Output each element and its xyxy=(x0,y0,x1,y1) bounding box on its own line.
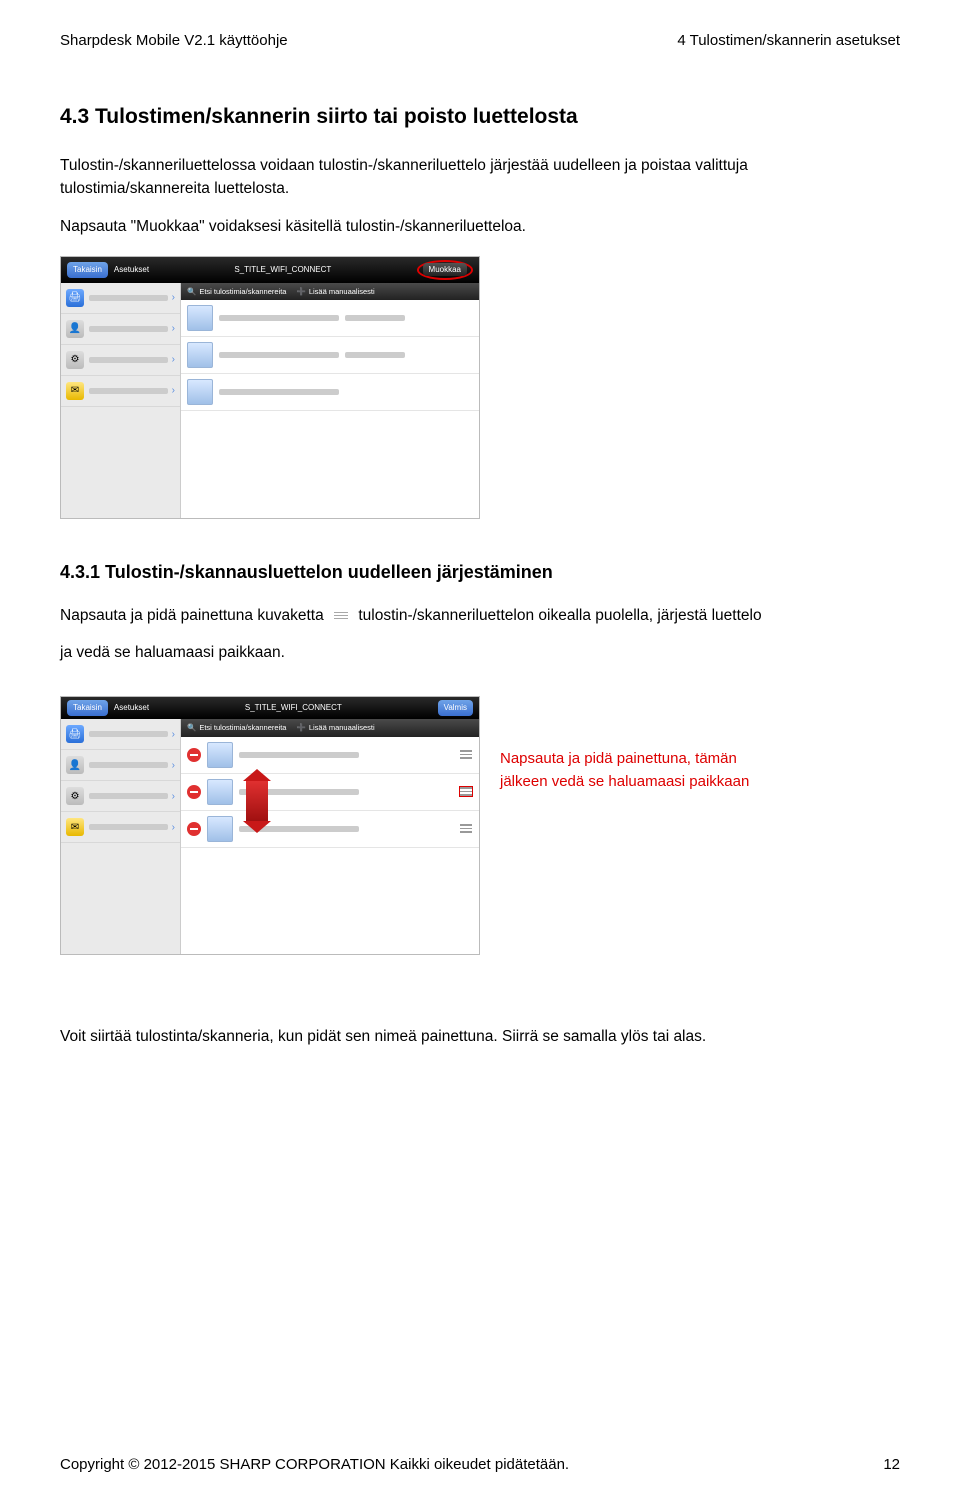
sidebar-item[interactable]: ⚙› xyxy=(61,781,180,812)
add-manual-button[interactable]: ➕Lisää manuaalisesti xyxy=(296,722,374,733)
topbar-title-center: S_TITLE_WIFI_CONNECT xyxy=(149,264,416,276)
gear-icon: ⚙ xyxy=(66,787,84,805)
find-devices-button[interactable]: 🔍Etsi tulostimia/skannereita xyxy=(187,722,286,733)
remove-icon[interactable] xyxy=(187,822,201,836)
drag-handle-highlighted[interactable] xyxy=(459,786,473,797)
printer-icon: 🖨 xyxy=(66,289,84,307)
callout-line1: Napsauta ja pidä painettuna, tämän xyxy=(500,748,749,771)
line1-part-a: Napsauta ja pidä painettuna kuvaketta xyxy=(60,607,324,624)
device-icon xyxy=(187,305,213,331)
section-title: 4.3 Tulostimen/skannerin siirto tai pois… xyxy=(60,101,900,133)
chevron-right-icon: › xyxy=(172,727,175,742)
device-icon xyxy=(207,816,233,842)
drag-arrow-indicator xyxy=(246,769,271,833)
sidebar-item[interactable]: 🖨› xyxy=(61,719,180,750)
sidebar-item[interactable]: 👤› xyxy=(61,750,180,781)
user-icon: 👤 xyxy=(66,756,84,774)
line1-part-b: tulostin-/skanneriluettelon oikealla puo… xyxy=(358,607,761,624)
device-icon xyxy=(207,779,233,805)
remove-icon[interactable] xyxy=(187,748,201,762)
muokkaa-highlight: Muokkaa xyxy=(417,260,473,280)
content-pane: 🔍Etsi tulostimia/skannereita ➕Lisää manu… xyxy=(181,719,479,954)
list-item[interactable] xyxy=(181,737,479,774)
footer-page: 12 xyxy=(883,1454,900,1477)
topbar-title-left: Asetukset xyxy=(114,264,149,276)
list-item[interactable] xyxy=(181,811,479,848)
sidebar-item[interactable]: ✉› xyxy=(61,376,180,407)
search-icon: 🔍 xyxy=(187,286,196,297)
subsection-title: 4.3.1 Tulostin-/skannausluettelon uudell… xyxy=(60,559,900,586)
callout-line2: jälkeen vedä se haluamaasi paikkaan xyxy=(500,771,749,794)
sidebar-item[interactable]: ⚙› xyxy=(61,345,180,376)
muokkaa-prefix: Napsauta xyxy=(60,218,131,235)
list-item[interactable] xyxy=(181,374,479,411)
chevron-right-icon: › xyxy=(172,383,175,398)
chevron-right-icon: › xyxy=(172,789,175,804)
user-icon: 👤 xyxy=(66,320,84,338)
done-button[interactable]: Valmis xyxy=(438,700,473,716)
bottom-note: Voit siirtää tulostinta/skanneria, kun p… xyxy=(60,1025,900,1048)
list-item[interactable] xyxy=(181,300,479,337)
drag-handle[interactable] xyxy=(459,824,473,833)
device-icon xyxy=(187,342,213,368)
header-left: Sharpdesk Mobile V2.1 käyttöohje xyxy=(60,30,288,53)
footer-copyright: Copyright © 2012-2015 SHARP CORPORATION … xyxy=(60,1454,569,1477)
mail-icon: ✉ xyxy=(66,382,84,400)
list-item[interactable] xyxy=(181,337,479,374)
gear-icon: ⚙ xyxy=(66,351,84,369)
sidebar-item[interactable]: 🖨› xyxy=(61,283,180,314)
muokkaa-quoted: "Muokkaa" xyxy=(131,218,205,235)
subsection-line1: Napsauta ja pidä painettuna kuvaketta tu… xyxy=(60,604,900,627)
header-right: 4 Tulostimen/skannerin asetukset xyxy=(677,30,900,53)
grip-icon xyxy=(334,612,348,620)
list-item[interactable] xyxy=(181,774,479,811)
muokkaa-button[interactable]: Muokkaa xyxy=(423,263,467,276)
chevron-right-icon: › xyxy=(172,758,175,773)
back-button[interactable]: Takaisin xyxy=(67,262,108,278)
mail-icon: ✉ xyxy=(66,818,84,836)
device-icon xyxy=(207,742,233,768)
search-icon: 🔍 xyxy=(187,722,196,733)
screenshot-muokkaa: Takaisin Asetukset S_TITLE_WIFI_CONNECT … xyxy=(60,256,480,519)
sidebar-item[interactable]: ✉› xyxy=(61,812,180,843)
muokkaa-line: Napsauta "Muokkaa" voidaksesi käsitellä … xyxy=(60,215,900,238)
find-devices-button[interactable]: 🔍Etsi tulostimia/skannereita xyxy=(187,286,286,297)
sidebar: 🖨› 👤› ⚙› ✉› xyxy=(61,283,181,518)
sidebar: 🖨› 👤› ⚙› ✉› xyxy=(61,719,181,954)
chevron-right-icon: › xyxy=(172,820,175,835)
drag-handle[interactable] xyxy=(459,750,473,759)
topbar-title-left: Asetukset xyxy=(114,702,149,714)
add-manual-button[interactable]: ➕Lisää manuaalisesti xyxy=(296,286,374,297)
back-button[interactable]: Takaisin xyxy=(67,700,108,716)
remove-icon[interactable] xyxy=(187,785,201,799)
subsection-line2: ja vedä se haluamaasi paikkaan. xyxy=(60,641,900,664)
content-pane: 🔍Etsi tulostimia/skannereita ➕Lisää manu… xyxy=(181,283,479,518)
callout: Napsauta ja pidä painettuna, tämän jälke… xyxy=(500,748,749,793)
muokkaa-suffix: voidaksesi käsitellä tulostin-/skanneril… xyxy=(205,218,526,235)
chevron-right-icon: › xyxy=(172,321,175,336)
chevron-right-icon: › xyxy=(172,290,175,305)
screenshot-reorder: Takaisin Asetukset S_TITLE_WIFI_CONNECT … xyxy=(60,696,480,955)
topbar-title-center: S_TITLE_WIFI_CONNECT xyxy=(149,702,438,714)
chevron-right-icon: › xyxy=(172,352,175,367)
device-icon xyxy=(187,379,213,405)
printer-icon: 🖨 xyxy=(66,725,84,743)
plus-icon: ➕ xyxy=(296,722,305,733)
plus-icon: ➕ xyxy=(296,286,305,297)
sidebar-item[interactable]: 👤› xyxy=(61,314,180,345)
section-intro: Tulostin-/skanneriluettelossa voidaan tu… xyxy=(60,154,900,201)
